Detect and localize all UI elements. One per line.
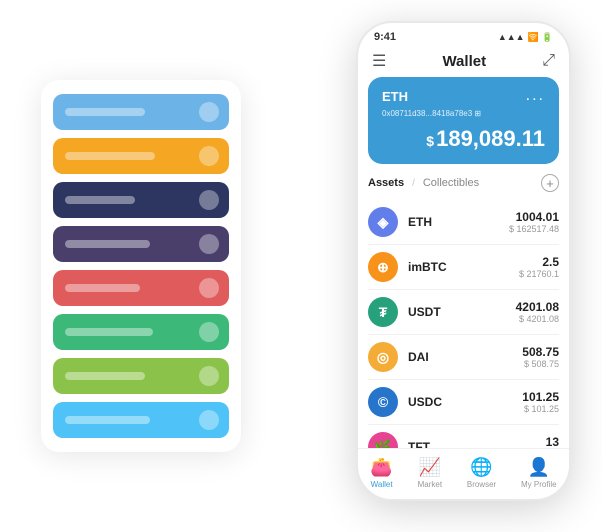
asset-icon-eth: ◈: [368, 207, 398, 237]
card-item[interactable]: [53, 138, 229, 174]
market-nav-icon: 📈: [419, 457, 441, 478]
tabs-left: Assets / Collectibles: [368, 177, 479, 189]
asset-name: TFT: [408, 440, 546, 448]
asset-main-amount: 1004.01: [509, 210, 559, 224]
asset-icon-imbtc: ⊕: [368, 252, 398, 282]
phone-mockup: 9:41 ▲▲▲ 🛜 🔋 ☰ Wallet ⤢ ETH ... 0x08711d…: [356, 21, 571, 501]
bottom-nav: 👛 Wallet 📈 Market 🌐 Browser 👤 My Profile: [358, 448, 569, 499]
asset-row[interactable]: ₮ USDT4201.08$ 4201.08: [368, 290, 559, 335]
asset-icon-usdt: ₮: [368, 297, 398, 327]
tab-assets[interactable]: Assets: [368, 177, 404, 189]
card-item[interactable]: [53, 182, 229, 218]
card-item[interactable]: [53, 270, 229, 306]
hero-card: ETH ... 0x08711d38...8418a78e3 ⊞ $189,08…: [368, 77, 559, 164]
asset-row[interactable]: ⊕ imBTC2.5$ 21760.1: [368, 245, 559, 290]
card-item[interactable]: [53, 402, 229, 438]
content-area: Assets / Collectibles + ◈ ETH1004.01$ 162…: [358, 172, 569, 448]
wallet-nav-label: Wallet: [371, 480, 393, 489]
page-title: Wallet: [442, 53, 486, 70]
asset-amounts: 101.25$ 101.25: [522, 390, 559, 414]
hero-balance: $189,089.11: [382, 126, 545, 152]
status-bar: 9:41 ▲▲▲ 🛜 🔋: [358, 23, 569, 47]
tab-collectibles[interactable]: Collectibles: [423, 177, 479, 189]
asset-usd-amount: $ 4201.08: [516, 314, 559, 324]
asset-name: USDC: [408, 395, 522, 409]
bottom-nav-profile[interactable]: 👤 My Profile: [521, 457, 557, 489]
asset-amounts: 1004.01$ 162517.48: [509, 210, 559, 234]
asset-main-amount: 508.75: [522, 345, 559, 359]
asset-name: USDT: [408, 305, 516, 319]
hero-options-button[interactable]: ...: [526, 87, 545, 105]
hero-address: 0x08711d38...8418a78e3 ⊞: [382, 109, 545, 118]
profile-nav-label: My Profile: [521, 480, 557, 489]
card-item[interactable]: [53, 358, 229, 394]
asset-main-amount: 101.25: [522, 390, 559, 404]
tab-separator: /: [412, 178, 415, 189]
nav-bar: ☰ Wallet ⤢: [358, 47, 569, 77]
card-stack: [41, 80, 241, 452]
asset-name: imBTC: [408, 260, 519, 274]
asset-icon-tft: 🌿: [368, 432, 398, 448]
signal-icon: ▲▲▲: [498, 32, 525, 42]
asset-amounts: 4201.08$ 4201.08: [516, 300, 559, 324]
asset-amounts: 2.5$ 21760.1: [519, 255, 559, 279]
add-asset-button[interactable]: +: [541, 174, 559, 192]
menu-icon[interactable]: ☰: [372, 51, 386, 71]
asset-amounts: 130: [546, 435, 559, 448]
asset-usd-amount: $ 162517.48: [509, 224, 559, 234]
expand-icon[interactable]: ⤢: [542, 52, 555, 70]
asset-main-amount: 2.5: [519, 255, 559, 269]
asset-usd-amount: $ 508.75: [522, 359, 559, 369]
card-item[interactable]: [53, 94, 229, 130]
profile-nav-icon: 👤: [528, 457, 550, 478]
asset-name: ETH: [408, 215, 509, 229]
hero-dollar-sign: $: [426, 133, 434, 149]
bottom-nav-browser[interactable]: 🌐 Browser: [467, 457, 496, 489]
browser-nav-label: Browser: [467, 480, 496, 489]
status-time: 9:41: [374, 31, 396, 43]
asset-list: ◈ ETH1004.01$ 162517.48 ⊕ imBTC2.5$ 21760.1…: [368, 200, 559, 448]
asset-amounts: 508.75$ 508.75: [522, 345, 559, 369]
bottom-nav-wallet[interactable]: 👛 Wallet: [370, 457, 392, 489]
asset-usd-amount: $ 21760.1: [519, 269, 559, 279]
asset-icon-usdc: ©: [368, 387, 398, 417]
asset-main-amount: 13: [546, 435, 559, 448]
asset-row[interactable]: © USDC101.25$ 101.25: [368, 380, 559, 425]
asset-row[interactable]: ◎ DAI508.75$ 508.75: [368, 335, 559, 380]
asset-row[interactable]: 🌿 TFT130: [368, 425, 559, 448]
wallet-nav-icon: 👛: [370, 457, 392, 478]
card-item[interactable]: [53, 226, 229, 262]
asset-icon-dai: ◎: [368, 342, 398, 372]
wifi-icon: 🛜: [528, 32, 539, 43]
scene: 9:41 ▲▲▲ 🛜 🔋 ☰ Wallet ⤢ ETH ... 0x08711d…: [21, 21, 581, 511]
browser-nav-icon: 🌐: [470, 457, 492, 478]
battery-icon: 🔋: [542, 32, 553, 43]
asset-main-amount: 4201.08: [516, 300, 559, 314]
card-item[interactable]: [53, 314, 229, 350]
asset-usd-amount: $ 101.25: [522, 404, 559, 414]
asset-row[interactable]: ◈ ETH1004.01$ 162517.48: [368, 200, 559, 245]
tabs-row: Assets / Collectibles +: [368, 172, 559, 192]
bottom-nav-market[interactable]: 📈 Market: [418, 457, 442, 489]
market-nav-label: Market: [418, 480, 442, 489]
asset-name: DAI: [408, 350, 522, 364]
hero-card-top: ETH ...: [382, 87, 545, 105]
status-icons: ▲▲▲ 🛜 🔋: [498, 32, 553, 43]
hero-coin: ETH: [382, 89, 408, 104]
